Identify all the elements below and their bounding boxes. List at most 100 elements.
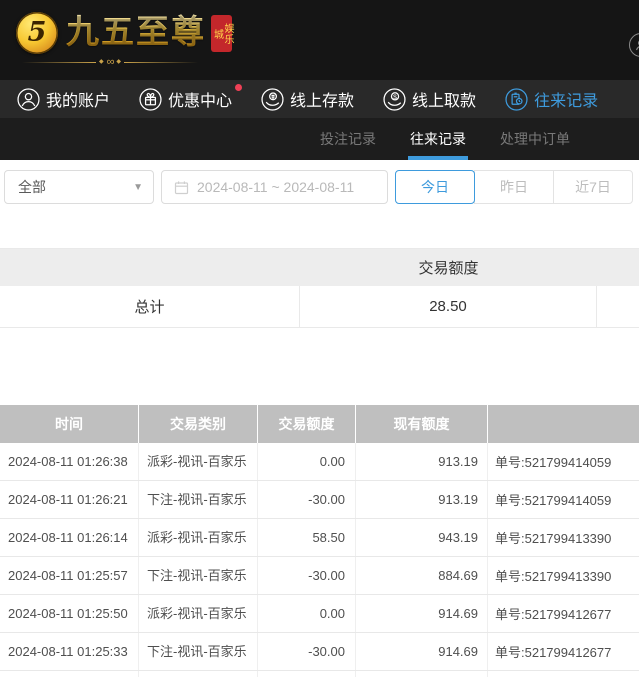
today-button[interactable]: 今日	[395, 170, 475, 204]
table-row-partial	[0, 671, 639, 677]
cell-category: 派彩-视讯-百家乐	[139, 595, 258, 632]
cell-time: 2024-08-11 01:26:21	[0, 481, 139, 518]
date-range-input[interactable]: 2024-08-11 ~ 2024-08-11	[161, 170, 388, 204]
table-header-row: 时间 交易类别 交易额度 现有额度	[0, 405, 639, 443]
cell-balance: 914.69	[356, 595, 488, 632]
brand-header: 5 九五至尊 娱乐城 ◆ ∞ ◆	[0, 0, 639, 80]
col-header-category: 交易类别	[139, 405, 258, 443]
summary-total-label: 总计	[0, 286, 300, 327]
chevron-down-icon: ▼	[133, 182, 143, 193]
nav-label: 线上存款	[290, 87, 354, 111]
cell-balance: 914.69	[356, 633, 488, 670]
date-range-value: 2024-08-11 ~ 2024-08-11	[197, 179, 354, 195]
nav-item-my-account[interactable]: 我的账户	[17, 87, 110, 111]
cell-time: 2024-08-11 01:25:50	[0, 595, 139, 632]
gold-flourish-ornament: ◆ ∞ ◆	[22, 57, 198, 67]
logo-coin-icon: 5	[16, 12, 58, 54]
table-row: 2024-08-11 01:25:50 派彩-视讯-百家乐 0.00 914.6…	[0, 595, 639, 633]
cell-balance: 913.19	[356, 443, 488, 480]
type-filter-select[interactable]: 全部 ▼	[4, 170, 154, 204]
brand-badge: 娱乐城	[211, 15, 232, 52]
summary-table: 交易额度 总计 28.50	[0, 248, 639, 328]
tab-transaction-records[interactable]: 往来记录	[410, 118, 466, 160]
table-row: 2024-08-11 01:26:14 派彩-视讯-百家乐 58.50 943.…	[0, 519, 639, 557]
cell-category: 派彩-视讯-百家乐	[139, 519, 258, 556]
cell-amount: -30.00	[258, 557, 356, 594]
calendar-icon	[174, 180, 189, 195]
cell-amount: 58.50	[258, 519, 356, 556]
deposit-icon	[261, 88, 284, 111]
cell-category: 派彩-视讯-百家乐	[139, 443, 258, 480]
cell-balance: 943.19	[356, 519, 488, 556]
nav-label: 往来记录	[534, 87, 598, 111]
quick-range-buttons: 今日 昨日 近7日	[395, 170, 633, 204]
cell-time: 2024-08-11 01:25:33	[0, 633, 139, 670]
col-header-balance: 现有额度	[356, 405, 488, 443]
col-header-amount: 交易额度	[258, 405, 356, 443]
filter-bar: 全部 ▼ 2024-08-11 ~ 2024-08-11 今日 昨日 近7日	[0, 160, 639, 204]
nav-item-promotions[interactable]: 优惠中心	[139, 87, 232, 111]
diamond-ornament-icon: ◆	[116, 59, 121, 65]
cell-balance: 913.19	[356, 481, 488, 518]
profile-icon-partial[interactable]	[629, 33, 639, 57]
cell-note: 单号:521799413390	[488, 557, 639, 594]
notification-dot	[235, 84, 242, 91]
nav-label: 我的账户	[46, 87, 110, 111]
withdraw-icon: $	[383, 88, 406, 111]
nav-item-transaction-records[interactable]: 往来记录	[505, 87, 598, 111]
summary-header-amount: 交易额度	[300, 257, 597, 278]
brand-logo[interactable]: 5 九五至尊 娱乐城	[16, 10, 232, 54]
tab-pending-orders[interactable]: 处理中订单	[500, 118, 570, 160]
cell-amount: 0.00	[258, 595, 356, 632]
svg-text:$: $	[393, 93, 397, 100]
tab-bet-records[interactable]: 投注记录	[320, 118, 376, 160]
cell-category: 下注-视讯-百家乐	[139, 633, 258, 670]
summary-empty-cell	[597, 286, 639, 327]
summary-total-value: 28.50	[300, 286, 597, 327]
flourish-line-left	[22, 62, 96, 63]
cell-balance: 884.69	[356, 557, 488, 594]
record-tabs: 投注记录 往来记录 处理中订单	[0, 118, 639, 160]
nav-item-online-deposit[interactable]: 线上存款	[261, 87, 354, 111]
cell-balance	[356, 671, 488, 677]
nav-item-online-withdrawal[interactable]: $ 线上取款	[383, 87, 476, 111]
cell-note: 单号:521799414059	[488, 443, 639, 480]
user-icon	[17, 88, 40, 111]
table-row: 2024-08-11 01:26:21 下注-视讯-百家乐 -30.00 913…	[0, 481, 639, 519]
nav-label: 线上取款	[412, 87, 476, 111]
cell-time	[0, 671, 139, 677]
table-row: 2024-08-11 01:26:38 派彩-视讯-百家乐 0.00 913.1…	[0, 443, 639, 481]
gift-icon	[139, 88, 162, 111]
cell-amount: -30.00	[258, 481, 356, 518]
logo-number: 5	[28, 17, 47, 48]
cell-category: 下注-视讯-百家乐	[139, 557, 258, 594]
type-filter-value: 全部	[18, 177, 46, 197]
table-row: 2024-08-11 01:25:33 下注-视讯-百家乐 -30.00 914…	[0, 633, 639, 671]
cell-amount: -30.00	[258, 633, 356, 670]
records-icon	[505, 88, 528, 111]
nav-label: 优惠中心	[168, 87, 232, 111]
cell-amount	[258, 671, 356, 677]
last-7-days-button[interactable]: 近7日	[553, 170, 633, 204]
transactions-table: 时间 交易类别 交易额度 现有额度 2024-08-11 01:26:38 派彩…	[0, 405, 639, 677]
cell-category: 下注-视讯-百家乐	[139, 481, 258, 518]
brand-title: 九五至尊	[66, 10, 206, 54]
summary-header-row: 交易额度	[0, 249, 639, 286]
cell-category	[139, 671, 258, 677]
cell-note: 单号:521799412677	[488, 633, 639, 670]
diamond-ornament-icon: ◆	[99, 59, 104, 65]
yesterday-button[interactable]: 昨日	[474, 170, 554, 204]
summary-total-row: 总计 28.50	[0, 286, 639, 328]
cell-time: 2024-08-11 01:26:14	[0, 519, 139, 556]
swirl-ornament-icon: ∞	[107, 58, 114, 66]
cell-amount: 0.00	[258, 443, 356, 480]
table-row: 2024-08-11 01:25:57 下注-视讯-百家乐 -30.00 884…	[0, 557, 639, 595]
flourish-line-right	[124, 62, 198, 63]
cell-note: 单号:521799414059	[488, 481, 639, 518]
main-nav: 我的账户 优惠中心 线上存款 $ 线上取款 往来记	[0, 80, 639, 118]
user-icon	[634, 38, 639, 52]
col-header-note	[488, 405, 639, 443]
cell-note	[488, 671, 639, 677]
cell-time: 2024-08-11 01:26:38	[0, 443, 139, 480]
cell-note: 单号:521799412677	[488, 595, 639, 632]
